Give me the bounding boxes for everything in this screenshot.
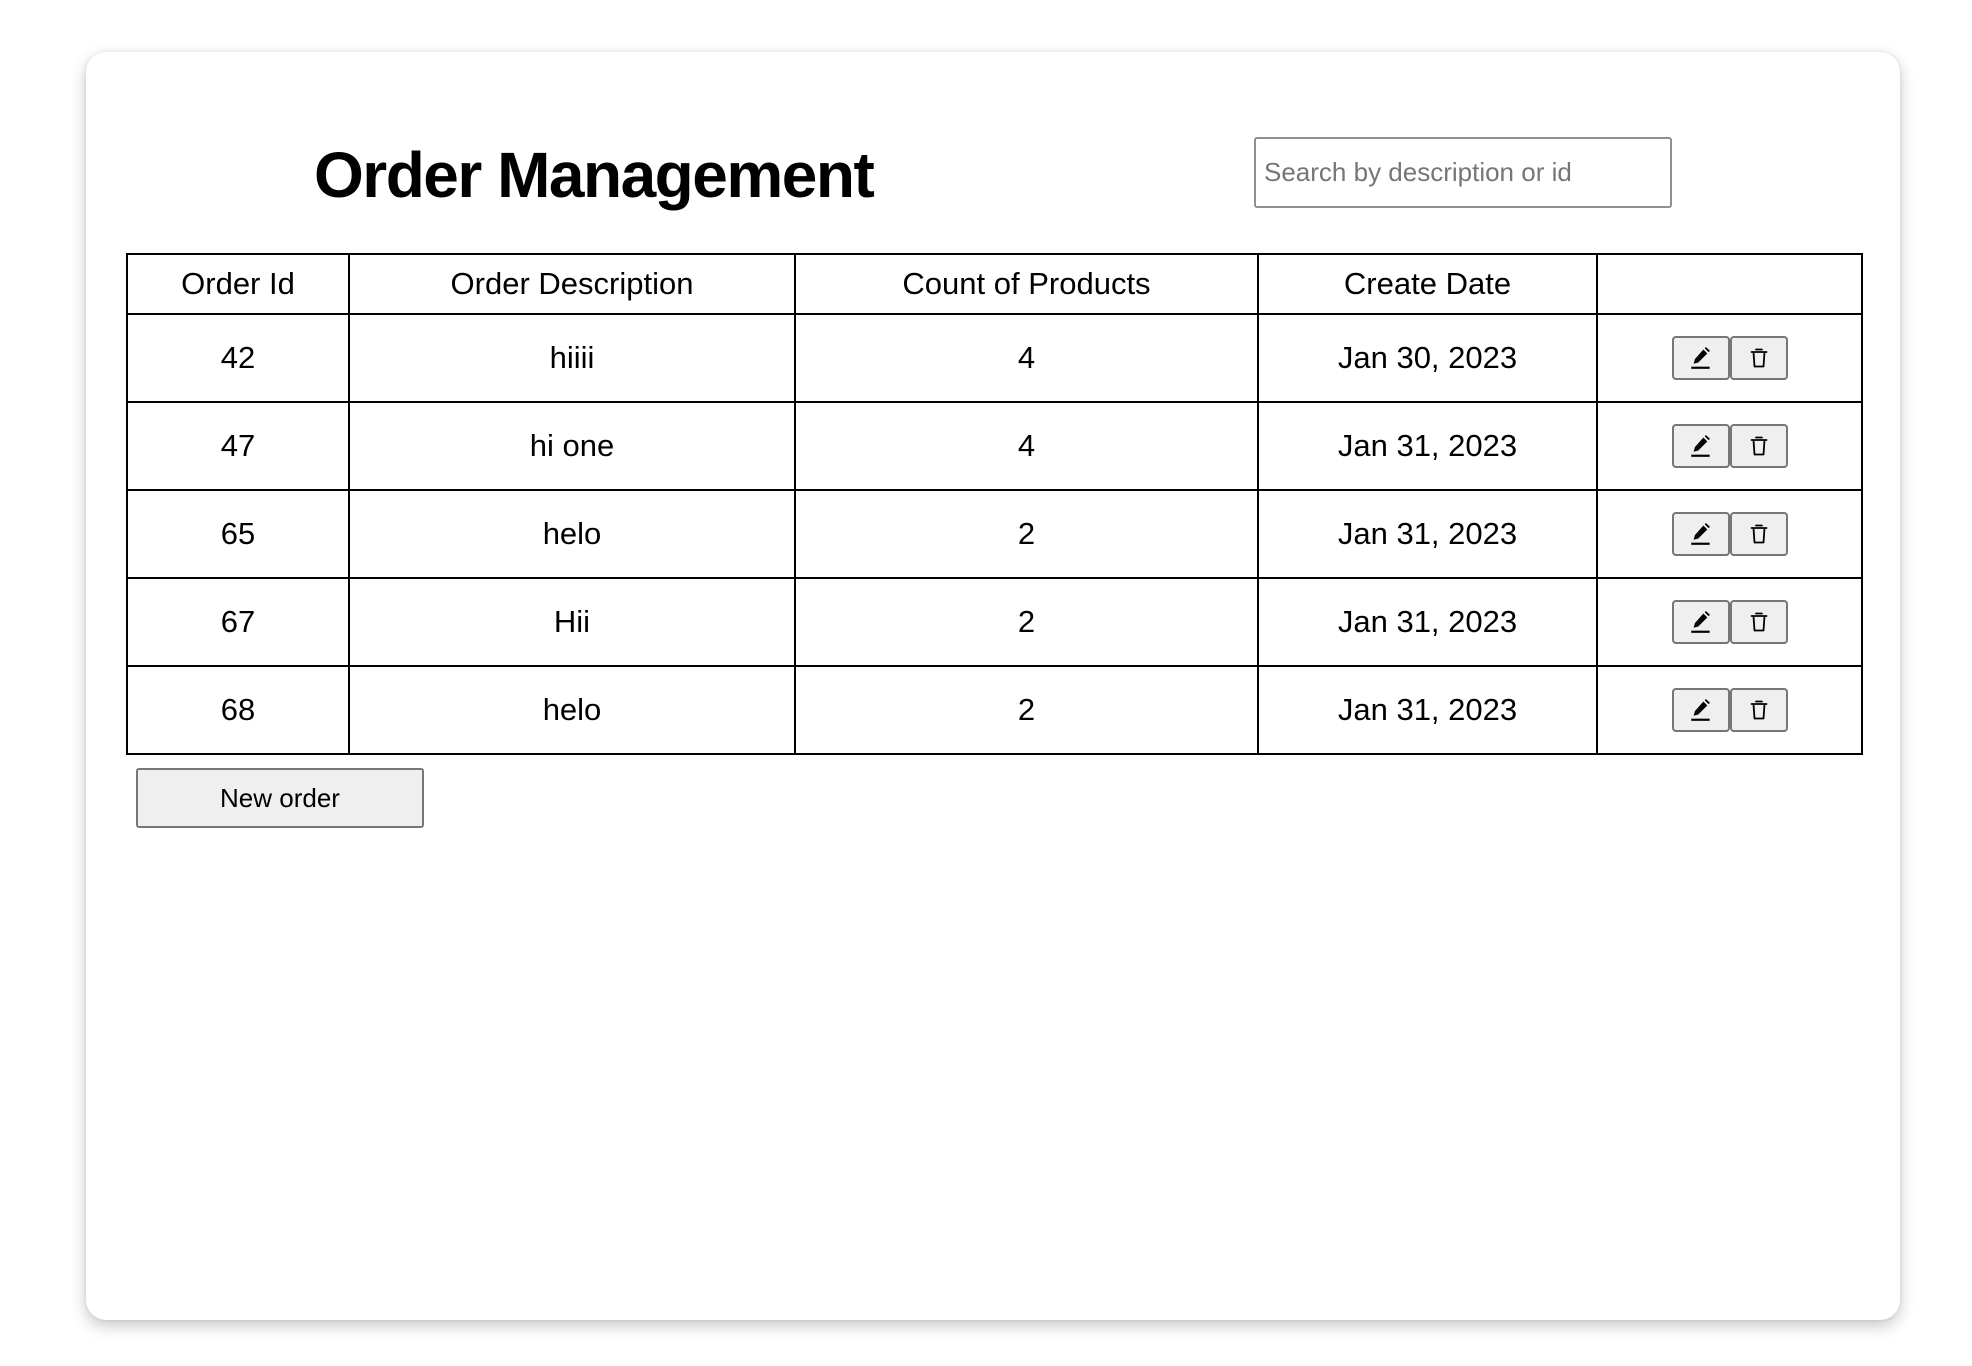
order-description-cell: Hii — [348, 577, 796, 667]
row-actions-cell — [1596, 489, 1863, 579]
column-header-count-of-products: Count of Products — [794, 253, 1259, 315]
table-row: 68 helo 2 Jan 31, 2023 — [126, 665, 1863, 755]
create-date-cell: Jan 31, 2023 — [1257, 577, 1598, 667]
row-actions — [1671, 336, 1788, 380]
pencil-icon — [1688, 609, 1714, 635]
table-row: 42 hiiii 4 Jan 30, 2023 — [126, 313, 1863, 403]
trash-icon — [1747, 610, 1771, 634]
order-id-cell: 47 — [126, 401, 350, 491]
orders-table: Order Id Order Description Count of Prod… — [126, 253, 1863, 755]
edit-button[interactable] — [1671, 512, 1730, 556]
table-row: 65 helo 2 Jan 31, 2023 — [126, 489, 1863, 579]
order-id-cell: 68 — [126, 665, 350, 755]
delete-button[interactable] — [1729, 424, 1788, 468]
row-actions — [1671, 688, 1788, 732]
row-actions-cell — [1596, 401, 1863, 491]
delete-button[interactable] — [1729, 688, 1788, 732]
row-actions-cell — [1596, 577, 1863, 667]
create-date-cell: Jan 31, 2023 — [1257, 489, 1598, 579]
create-date-cell: Jan 31, 2023 — [1257, 665, 1598, 755]
new-order-button[interactable]: New order — [136, 768, 424, 828]
product-count-cell: 4 — [794, 313, 1259, 403]
delete-button[interactable] — [1729, 512, 1788, 556]
column-header-create-date: Create Date — [1257, 253, 1598, 315]
order-id-cell: 42 — [126, 313, 350, 403]
table-row: 67 Hii 2 Jan 31, 2023 — [126, 577, 1863, 667]
column-header-order-description: Order Description — [348, 253, 796, 315]
pencil-icon — [1688, 697, 1714, 723]
row-actions — [1671, 600, 1788, 644]
row-actions — [1671, 512, 1788, 556]
trash-icon — [1747, 346, 1771, 370]
delete-button[interactable] — [1729, 600, 1788, 644]
row-actions-cell — [1596, 665, 1863, 755]
pencil-icon — [1688, 345, 1714, 371]
row-actions-cell — [1596, 313, 1863, 403]
row-actions — [1671, 424, 1788, 468]
order-description-cell: helo — [348, 489, 796, 579]
edit-button[interactable] — [1671, 424, 1730, 468]
product-count-cell: 2 — [794, 577, 1259, 667]
order-id-cell: 65 — [126, 489, 350, 579]
edit-button[interactable] — [1671, 336, 1730, 380]
create-date-cell: Jan 31, 2023 — [1257, 401, 1598, 491]
product-count-cell: 4 — [794, 401, 1259, 491]
table-row: 47 hi one 4 Jan 31, 2023 — [126, 401, 1863, 491]
product-count-cell: 2 — [794, 665, 1259, 755]
order-id-cell: 67 — [126, 577, 350, 667]
trash-icon — [1747, 698, 1771, 722]
order-management-card: Order Management Order Id Order Descript… — [86, 52, 1900, 1320]
order-description-cell: hiiii — [348, 313, 796, 403]
edit-button[interactable] — [1671, 688, 1730, 732]
column-header-actions — [1596, 253, 1863, 315]
delete-button[interactable] — [1729, 336, 1788, 380]
trash-icon — [1747, 434, 1771, 458]
create-date-cell: Jan 30, 2023 — [1257, 313, 1598, 403]
column-header-order-id: Order Id — [126, 253, 350, 315]
table-body: 42 hiiii 4 Jan 30, 2023 47 hi one 4 Jan … — [126, 313, 1863, 755]
order-description-cell: hi one — [348, 401, 796, 491]
edit-button[interactable] — [1671, 600, 1730, 644]
pencil-icon — [1688, 433, 1714, 459]
page-title: Order Management — [314, 139, 875, 211]
table-header-row: Order Id Order Description Count of Prod… — [126, 253, 1863, 315]
pencil-icon — [1688, 521, 1714, 547]
order-description-cell: helo — [348, 665, 796, 755]
search-input[interactable] — [1254, 137, 1672, 208]
trash-icon — [1747, 522, 1771, 546]
product-count-cell: 2 — [794, 489, 1259, 579]
